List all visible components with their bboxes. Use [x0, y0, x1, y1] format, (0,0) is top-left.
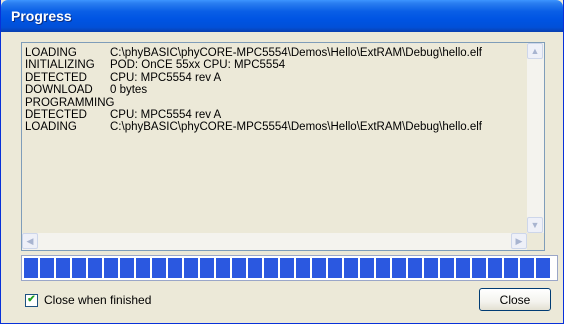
- log-row: PROGRAMMING: [25, 97, 525, 109]
- log-value: C:\phyBASIC\phyCORE-MPC5554\Demos\Hello\…: [110, 47, 482, 59]
- progress-chunk: [344, 258, 358, 278]
- log-label: LOADING: [25, 121, 77, 134]
- log-label: DOWNLOAD: [25, 84, 93, 97]
- progress-chunk: [280, 258, 294, 278]
- progress-chunk: [56, 258, 70, 278]
- close-when-finished-label: Close when finished: [44, 293, 152, 307]
- log-label: PROGRAMMING: [25, 96, 115, 109]
- close-button[interactable]: Close: [479, 288, 551, 311]
- progress-chunk: [72, 258, 86, 278]
- log-label: DETECTED: [25, 71, 87, 84]
- log-list: LOADING C:\phyBASIC\phyCORE-MPC5554\Demos…: [25, 47, 525, 227]
- log-row: LOADING C:\phyBASIC\phyCORE-MPC5554\Demos…: [25, 47, 525, 59]
- scroll-right-icon[interactable]: ▶: [511, 233, 527, 249]
- progress-chunk: [472, 258, 486, 278]
- log-row: DETECTED CPU: MPC5554 rev A: [25, 109, 525, 121]
- progress-chunk: [40, 258, 54, 278]
- log-value: CPU: MPC5554 rev A: [110, 108, 222, 121]
- log-value: 0 bytes: [110, 84, 148, 97]
- window-title: Progress: [11, 8, 72, 24]
- progress-chunk: [456, 258, 470, 278]
- log-value: C:\phyBASIC\phyCORE-MPC5554\Demos\Hello\…: [110, 121, 482, 134]
- progress-chunk: [504, 258, 518, 278]
- log-label: INITIALIZING: [25, 59, 95, 72]
- progress-chunk: [200, 258, 214, 278]
- scroll-down-icon[interactable]: ▼: [527, 217, 543, 233]
- log-label: LOADING: [25, 47, 77, 59]
- progress-chunk: [408, 258, 422, 278]
- progress-chunk: [536, 258, 550, 278]
- progress-chunk: [232, 258, 246, 278]
- scroll-up-icon[interactable]: ▲: [527, 43, 543, 59]
- progress-chunk: [488, 258, 502, 278]
- log-label: DETECTED: [25, 108, 87, 121]
- scrollbar-corner: [527, 233, 544, 250]
- progress-window: Progress LOADING C:\phyBASIC\phyCORE-MPC5…: [0, 0, 564, 324]
- close-when-finished-option[interactable]: ✔ Close when finished: [25, 293, 151, 307]
- check-icon: ✔: [27, 294, 36, 305]
- progress-chunk: [24, 258, 38, 278]
- progress-chunk: [328, 258, 342, 278]
- log-row: DETECTED CPU: MPC5554 rev A: [25, 72, 525, 84]
- progress-chunk: [360, 258, 374, 278]
- progress-chunk: [312, 258, 326, 278]
- horizontal-scrollbar[interactable]: ◀ ▶: [22, 233, 527, 250]
- log-row: DOWNLOAD 0 bytes: [25, 84, 525, 96]
- progress-chunk: [104, 258, 118, 278]
- log-value: CPU: MPC5554 rev A: [110, 71, 222, 84]
- progress-chunk: [392, 258, 406, 278]
- progress-fill: [24, 258, 550, 278]
- close-when-finished-checkbox[interactable]: ✔: [25, 293, 38, 307]
- progress-chunk: [440, 258, 454, 278]
- log-value: POD: OnCE 55xx CPU: MPC5554: [110, 59, 286, 72]
- progress-chunk: [296, 258, 310, 278]
- progress-chunk: [152, 258, 166, 278]
- progress-chunk: [88, 258, 102, 278]
- title-bar[interactable]: Progress: [1, 0, 563, 32]
- log-row: INITIALIZING POD: OnCE 55xx CPU: MPC5554: [25, 59, 525, 71]
- progress-bar: [21, 255, 558, 281]
- progress-chunk: [248, 258, 262, 278]
- progress-chunk: [424, 258, 438, 278]
- log-row: LOADING C:\phyBASIC\phyCORE-MPC5554\Demos…: [25, 121, 525, 133]
- vertical-scrollbar[interactable]: ▲ ▼: [527, 43, 544, 233]
- progress-chunk: [136, 258, 150, 278]
- scroll-left-icon[interactable]: ◀: [22, 233, 38, 249]
- progress-chunk: [168, 258, 182, 278]
- progress-chunk: [376, 258, 390, 278]
- progress-chunk: [520, 258, 534, 278]
- log-output[interactable]: LOADING C:\phyBASIC\phyCORE-MPC5554\Demos…: [21, 42, 545, 251]
- progress-chunk: [184, 258, 198, 278]
- progress-chunk: [120, 258, 134, 278]
- progress-chunk: [264, 258, 278, 278]
- progress-chunk: [216, 258, 230, 278]
